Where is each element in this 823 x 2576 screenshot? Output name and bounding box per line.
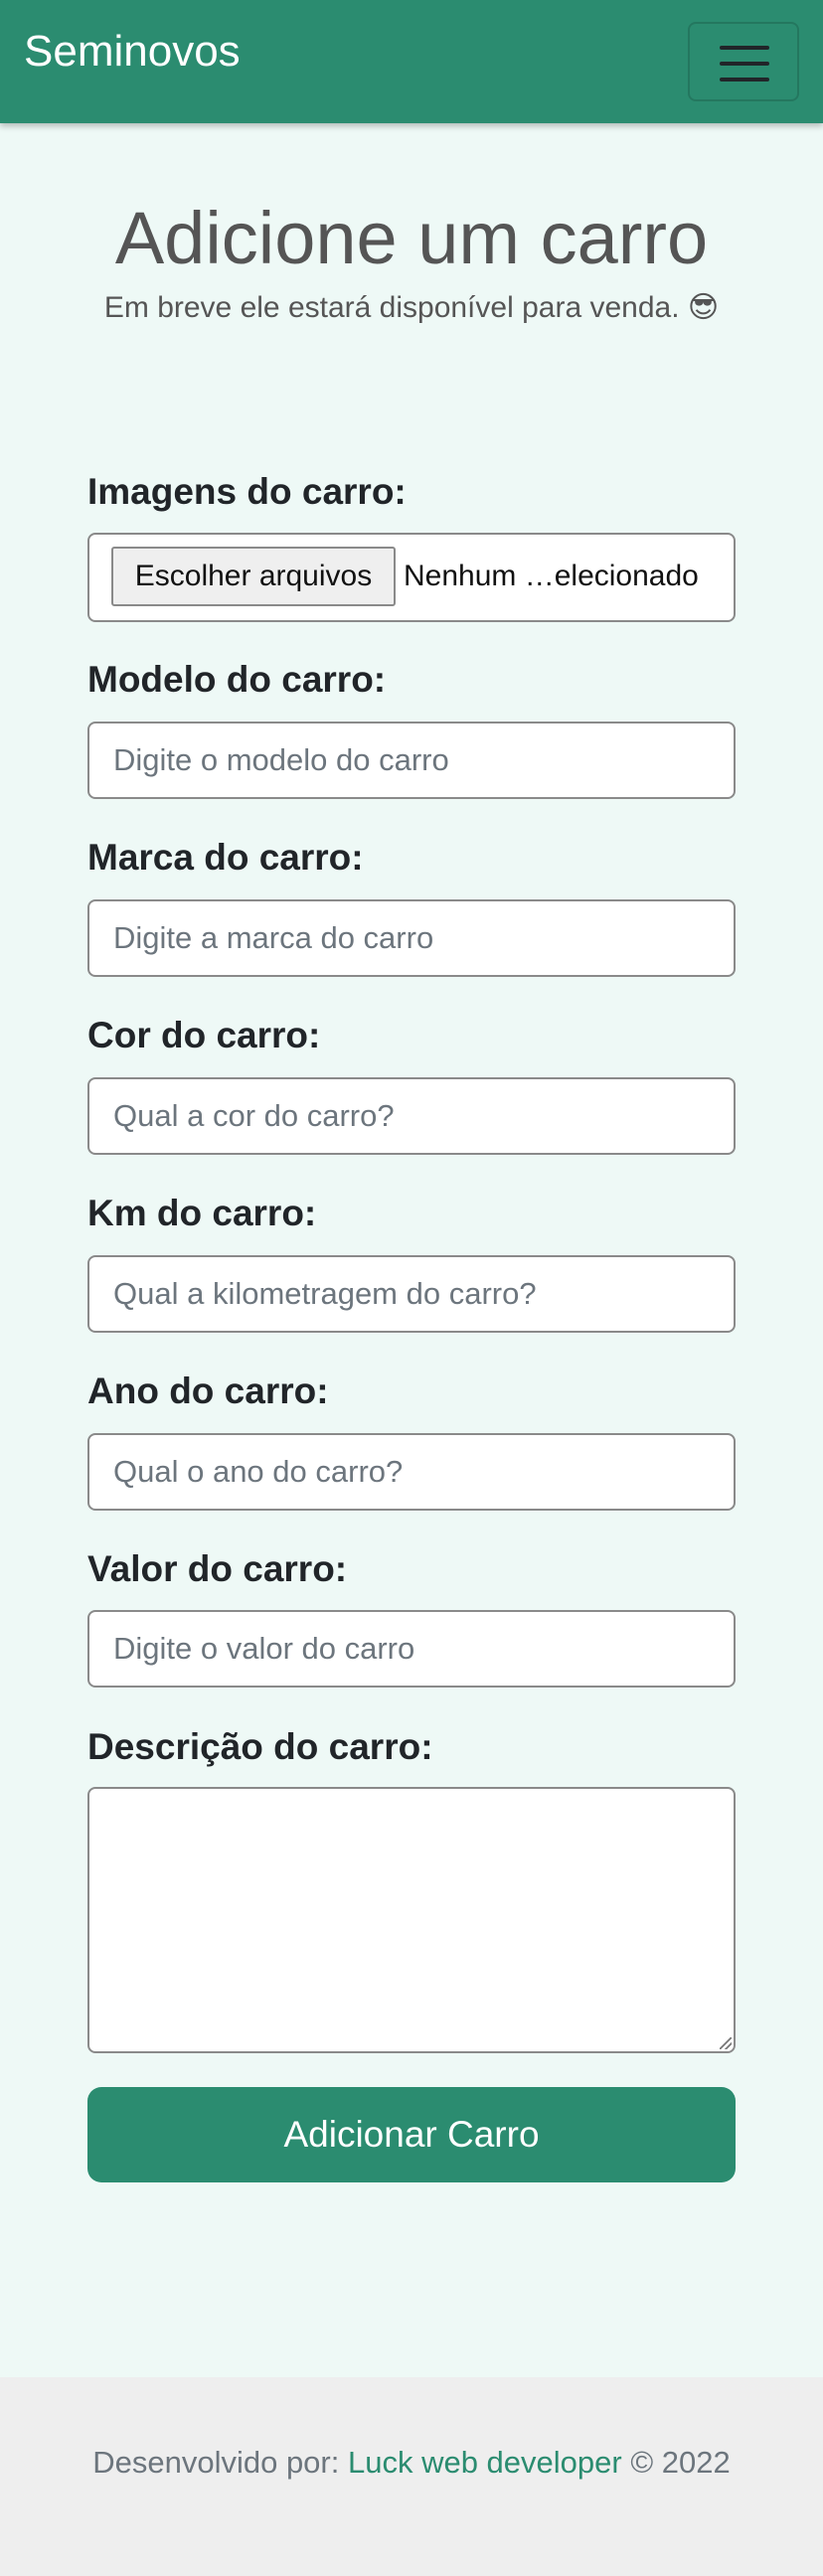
km-label: Km do carro: <box>87 1193 317 1233</box>
brand-input[interactable] <box>89 901 734 975</box>
km-input[interactable] <box>89 1257 734 1331</box>
price-field-wrapper <box>87 1610 736 1688</box>
page-subtitle: Em breve ele estará disponível para vend… <box>103 291 720 324</box>
km-field-wrapper <box>87 1255 736 1333</box>
footer-text: Desenvolvido por: Luck web developer © 2… <box>0 2439 823 2487</box>
page-title: Adicione um carro <box>114 197 709 279</box>
brand-field-wrapper <box>87 899 736 977</box>
add-car-button[interactable]: Adicionar Carro <box>87 2087 736 2182</box>
description-label: Descrição do carro: <box>87 1726 433 1767</box>
brand-link[interactable]: Seminovos <box>24 22 241 81</box>
footer: Desenvolvido por: Luck web developer © 2… <box>0 2377 823 2576</box>
file-status-text: Nenhum …elecionado <box>404 560 699 592</box>
description-textarea[interactable] <box>89 1789 734 2051</box>
menu-toggle-button[interactable] <box>688 22 799 101</box>
color-input[interactable] <box>89 1079 734 1153</box>
images-label: Imagens do carro: <box>87 471 407 512</box>
year-field-wrapper <box>87 1433 736 1511</box>
developer-link[interactable]: Luck web developer <box>348 2445 622 2480</box>
color-label: Cor do carro: <box>87 1015 321 1055</box>
footer-copyright: © 2022 <box>630 2445 731 2480</box>
footer-prefix: Desenvolvido por: <box>92 2445 340 2480</box>
year-input[interactable] <box>89 1435 734 1509</box>
model-input[interactable] <box>89 724 734 797</box>
choose-files-button[interactable]: Escolher arquivos <box>111 547 396 606</box>
model-label: Modelo do carro: <box>87 659 387 700</box>
price-label: Valor do carro: <box>87 1548 348 1589</box>
color-field-wrapper <box>87 1077 736 1155</box>
resize-grip-icon[interactable] <box>720 2037 732 2049</box>
year-label: Ano do carro: <box>87 1370 329 1411</box>
model-field-wrapper <box>87 722 736 799</box>
price-input[interactable] <box>89 1612 734 1686</box>
brand-label: Marca do carro: <box>87 837 364 878</box>
description-field-wrapper <box>87 1787 736 2053</box>
navbar: Seminovos <box>0 0 823 123</box>
images-file-input[interactable]: Escolher arquivos Nenhum …elecionado <box>87 533 736 622</box>
